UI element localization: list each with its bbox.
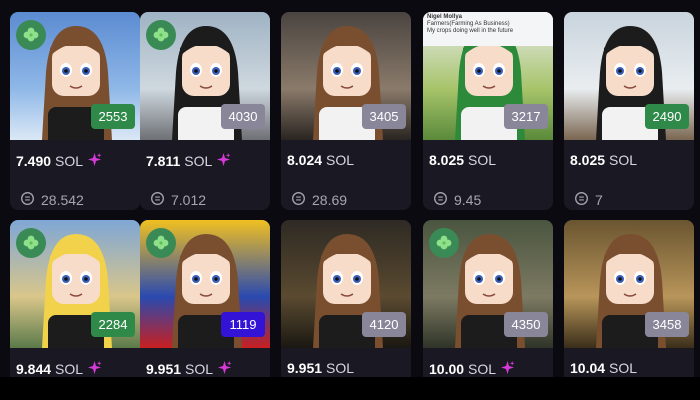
price: 8.024 SOL	[287, 152, 354, 168]
token-number-badge: 1119	[221, 312, 265, 337]
price: 10.04 SOL	[570, 360, 637, 376]
nft-card[interactable]: 2284 9.844 SOL	[10, 220, 140, 390]
last-sale-value: 28.69	[312, 192, 348, 208]
last-sale-value: 7.012	[171, 192, 207, 208]
price: 7.811 SOL	[146, 152, 231, 170]
clover-icon	[16, 20, 46, 50]
price: 7.490 SOL	[16, 152, 102, 170]
token-number-badge: 4030	[221, 104, 265, 129]
price-value: 9.951	[287, 360, 323, 376]
nft-card[interactable]: 4120 9.951 SOL	[281, 220, 411, 390]
price-value: 7.811	[146, 153, 181, 169]
tweet-snippet: Nigel Mollya Farmers(Farming As Business…	[423, 12, 553, 46]
sparkle-icon	[87, 152, 102, 170]
token-number-badge: 2553	[91, 104, 135, 129]
price: 9.951 SOL	[146, 360, 232, 378]
price-currency: SOL	[468, 361, 497, 377]
clover-icon	[429, 228, 459, 258]
clover-icon	[146, 228, 176, 258]
last-sale-value: 9.45	[454, 192, 482, 208]
last-sale: 7	[574, 191, 603, 209]
last-sale-value: 28.542	[41, 192, 84, 208]
last-sale-icon	[433, 191, 448, 209]
nft-card[interactable]: 2490 8.025 SOL 7	[564, 12, 694, 210]
last-sale-value: 7	[595, 192, 603, 208]
token-number-badge: 2284	[91, 312, 135, 337]
nft-card[interactable]: 3458 10.04 SOL	[564, 220, 694, 390]
price: 9.844 SOL	[16, 360, 102, 378]
price-currency: SOL	[55, 153, 84, 169]
tweet-line: My crops doing well in the future	[427, 28, 514, 34]
token-number-badge: 4350	[504, 312, 548, 337]
bottom-edge	[0, 377, 700, 400]
price-value: 8.025	[429, 152, 465, 168]
price-value: 9.951	[146, 361, 182, 377]
last-sale-icon	[291, 191, 306, 209]
price: 10.00 SOL	[429, 360, 515, 378]
price: 8.025 SOL	[429, 152, 496, 168]
last-sale: 9.45	[433, 191, 481, 209]
price: 9.951 SOL	[287, 360, 354, 376]
sparkle-icon	[217, 360, 232, 378]
token-number-badge: 2490	[645, 104, 689, 129]
last-sale-icon	[150, 191, 165, 209]
sparkle-icon	[500, 360, 515, 378]
token-number-badge: 3458	[645, 312, 689, 337]
price-value: 7.490	[16, 153, 52, 169]
price-value: 10.00	[429, 361, 465, 377]
price-value: 8.024	[287, 152, 323, 168]
last-sale: 28.69	[291, 191, 347, 209]
price-currency: SOL	[326, 152, 355, 168]
last-sale: 7.012	[150, 191, 206, 209]
price-currency: SOL	[184, 153, 213, 169]
nft-card[interactable]: 4030 7.811 SOL 7.012	[140, 12, 270, 210]
price-value: 9.844	[16, 361, 52, 377]
price-currency: SOL	[609, 360, 638, 376]
tweet-name: Nigel Mollya	[427, 14, 463, 20]
price-value: 10.04	[570, 360, 606, 376]
price-currency: SOL	[55, 361, 84, 377]
last-sale-icon	[20, 191, 35, 209]
clover-icon	[146, 20, 176, 50]
last-sale-icon	[574, 191, 589, 209]
sparkle-icon	[87, 360, 102, 378]
last-sale: 28.542	[20, 191, 84, 209]
price-currency: SOL	[185, 361, 214, 377]
price-value: 8.025	[570, 152, 606, 168]
nft-card[interactable]: 2553 7.490 SOL 28.542	[10, 12, 140, 210]
price: 8.025 SOL	[570, 152, 637, 168]
token-number-badge: 3217	[504, 104, 548, 129]
nft-card[interactable]: 3405 8.024 SOL 28.69	[281, 12, 411, 210]
price-currency: SOL	[468, 152, 497, 168]
sparkle-icon	[216, 152, 231, 170]
price-currency: SOL	[326, 360, 355, 376]
nft-card[interactable]: 4350 10.00 SOL	[423, 220, 553, 390]
nft-card[interactable]: 1119 9.951 SOL	[140, 220, 270, 390]
nft-card[interactable]: 3217 8.025 SOL 9.45 Nigel Mollya Farmers…	[423, 12, 553, 210]
tweet-title: Farmers(Farming As Business)	[427, 21, 510, 27]
token-number-badge: 3405	[362, 104, 406, 129]
price-currency: SOL	[609, 152, 638, 168]
token-number-badge: 4120	[362, 312, 406, 337]
clover-icon	[16, 228, 46, 258]
